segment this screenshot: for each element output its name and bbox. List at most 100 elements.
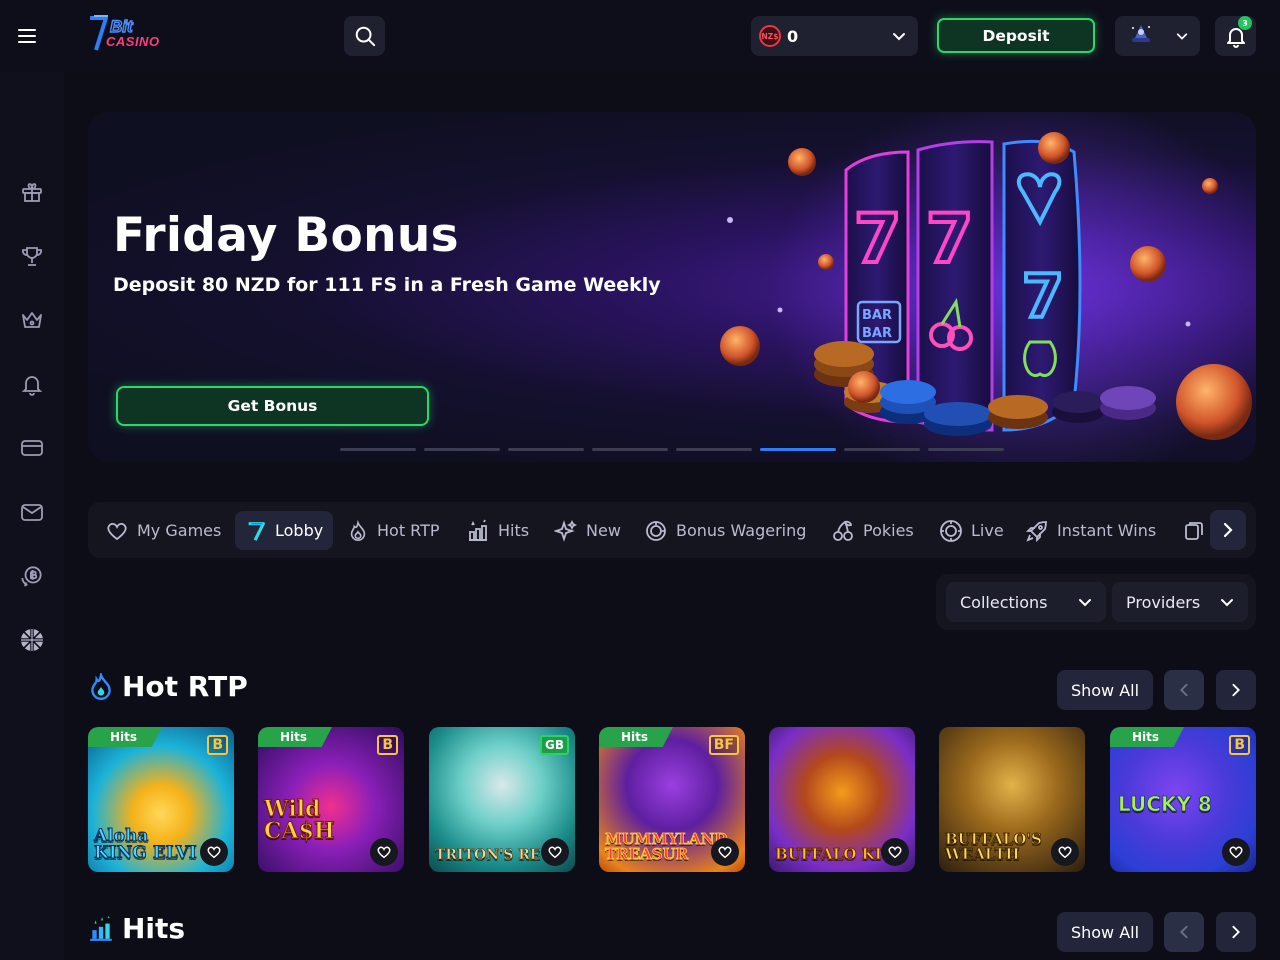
game-tile-wild-cash[interactable]: Hits B Wild CA$H [258, 727, 404, 872]
hits-badge: Hits [599, 727, 673, 747]
seven-icon [248, 521, 265, 541]
cherry-icon [833, 520, 853, 541]
hot-rtp-next-button[interactable] [1216, 670, 1256, 710]
pagination-dot-active[interactable] [760, 448, 836, 451]
category-label: Hot RTP [377, 521, 440, 540]
category-pokies[interactable]: Pokies [821, 511, 924, 550]
promo-banner[interactable]: Friday Bonus Deposit 80 NZD for 111 FS i… [88, 112, 1256, 462]
favorite-button[interactable] [541, 838, 569, 866]
pagination-dot[interactable] [424, 448, 500, 451]
game-tile-buffalos-wealth[interactable]: BUFFALO'S WEALTH [939, 727, 1085, 872]
category-live[interactable]: Live [929, 511, 1014, 550]
filter-bar: Collections Providers [936, 574, 1256, 630]
flame-icon [350, 519, 366, 541]
balance-dropdown[interactable]: NZ$ 0 [751, 16, 918, 56]
menu-icon[interactable] [18, 22, 46, 50]
pagination-dot[interactable] [676, 448, 752, 451]
deposit-button[interactable]: Deposit [937, 18, 1095, 53]
collections-label: Collections [960, 592, 1048, 612]
category-instant-wins[interactable]: Instant Wins [1015, 511, 1166, 550]
pagination-dot[interactable] [844, 448, 920, 451]
providers-dropdown[interactable]: Providers [1112, 582, 1248, 622]
section-title-hits: Hits [88, 912, 185, 945]
sidebar-item-notifications[interactable] [16, 368, 48, 400]
favorite-button[interactable] [711, 838, 739, 866]
pagination-dot[interactable] [928, 448, 1004, 451]
category-hot-rtp[interactable]: Hot RTP [337, 511, 450, 550]
search-icon [355, 26, 375, 47]
hits-next-button[interactable] [1216, 912, 1256, 952]
chevron-right-icon [1232, 925, 1240, 939]
heart-icon [718, 846, 732, 859]
favorite-button[interactable] [1222, 838, 1250, 866]
category-my-games[interactable]: My Games [95, 511, 231, 550]
notification-count-badge: 3 [1238, 16, 1252, 30]
pagination-dot[interactable] [340, 448, 416, 451]
sidebar-item-gift[interactable] [16, 176, 48, 208]
svg-text:7: 7 [854, 200, 901, 279]
provider-tag: B [207, 735, 228, 755]
category-lobby[interactable]: Lobby [235, 511, 334, 550]
game-tile-tritons-realm[interactable]: GB TRITON'S RE [429, 727, 575, 872]
favorite-button[interactable] [200, 838, 228, 866]
chevron-down-icon [1079, 599, 1091, 607]
notifications-button[interactable]: 3 [1215, 16, 1256, 56]
game-tile-lucky-8[interactable]: Hits B LUCKY 8 [1110, 727, 1256, 872]
collections-dropdown[interactable]: Collections [946, 582, 1106, 622]
favorite-button[interactable] [370, 838, 398, 866]
avatar-icon [1132, 25, 1150, 42]
game-title: Aloha KING ELVI [94, 826, 198, 863]
show-all-hits-button[interactable]: Show All [1057, 912, 1153, 952]
game-title: Wild CA$H [264, 796, 336, 844]
rocket-icon [1025, 520, 1047, 542]
provider-tag: B [377, 735, 398, 755]
game-title: BUFFALO'S WEALTH [945, 830, 1043, 863]
mail-icon [21, 504, 43, 521]
chevron-right-icon [1223, 522, 1233, 538]
provider-tag: B [1229, 735, 1250, 755]
top-header: Bit CASINO NZ$ 0 Deposit 3 [0, 0, 1280, 72]
category-next-button[interactable] [1210, 510, 1246, 550]
game-tile-aloha-king-elvis[interactable]: Hits B Aloha KING ELVI [88, 727, 234, 872]
providers-label: Providers [1126, 592, 1201, 612]
sidebar-item-messages[interactable] [16, 496, 48, 528]
category-label: Lobby [275, 521, 324, 540]
game-tile-mummyland-treasures[interactable]: Hits BF MUMMYLAND TREASUR [599, 727, 745, 872]
sidebar-item-vip[interactable] [16, 304, 48, 336]
show-all-hot-rtp-button[interactable]: Show All [1057, 670, 1153, 710]
chevron-left-icon [1180, 925, 1188, 939]
banner-title: Friday Bonus [113, 208, 459, 263]
favorite-button[interactable] [881, 838, 909, 866]
search-button[interactable] [344, 16, 385, 56]
pagination-dot[interactable] [508, 448, 584, 451]
slot-machine-illustration: 7 7 7 BAR BAR [720, 112, 1256, 462]
sidebar-item-language[interactable] [16, 624, 48, 656]
category-bonus-wagering[interactable]: Bonus Wagering [634, 511, 816, 550]
sidebar-item-tournaments[interactable] [16, 240, 48, 272]
hits-prev-button[interactable] [1164, 912, 1204, 952]
game-tile-buffalo-king[interactable]: BUFFALO KI [769, 727, 915, 872]
sidebar-item-payments[interactable] [16, 432, 48, 464]
category-new[interactable]: New [544, 511, 631, 550]
left-sidebar [0, 72, 64, 960]
category-label: Live [971, 521, 1004, 540]
crown-icon [22, 312, 42, 328]
game-title: TRITON'S RE [435, 847, 541, 863]
category-hits[interactable]: Hits [456, 511, 539, 550]
site-logo[interactable]: Bit CASINO [86, 12, 159, 54]
pagination-dot[interactable] [592, 448, 668, 451]
favorite-button[interactable] [1051, 838, 1079, 866]
profile-dropdown[interactable] [1115, 16, 1200, 56]
currency-badge: NZ$ [759, 25, 781, 47]
trophy-icon [22, 247, 42, 266]
banner-subtitle: Deposit 80 NZD for 111 FS in a Fresh Gam… [113, 274, 661, 296]
get-bonus-button[interactable]: Get Bonus [116, 386, 429, 426]
wagering-icon [646, 520, 666, 541]
game-title: BUFFALO KI [775, 845, 883, 863]
hot-rtp-prev-button[interactable] [1164, 670, 1204, 710]
game-title: MUMMYLAND TREASUR [605, 830, 728, 863]
uk-flag-icon [21, 629, 43, 651]
category-label: My Games [137, 521, 222, 540]
category-label: Pokies [863, 521, 914, 540]
sidebar-item-support[interactable] [16, 560, 48, 592]
